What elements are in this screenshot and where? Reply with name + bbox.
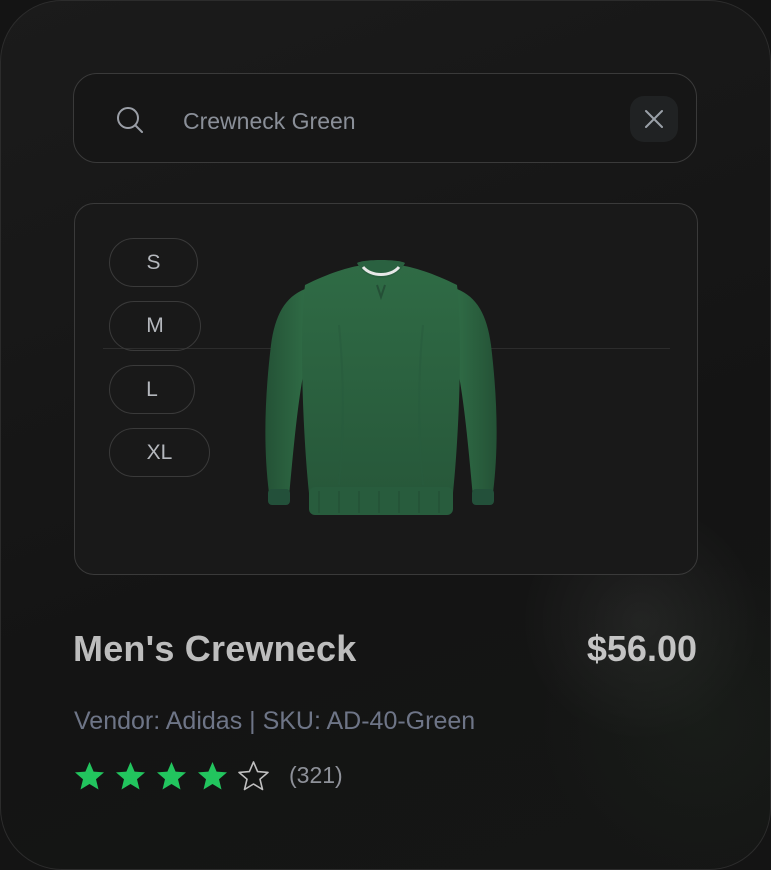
product-card: S M L XL <box>0 0 771 870</box>
star-empty-icon <box>238 760 269 790</box>
star-filled-icon <box>198 761 227 789</box>
review-count: (321) <box>289 762 343 788</box>
product-name: Men's Crewneck <box>73 628 357 669</box>
search-icon <box>117 107 143 133</box>
star-filled-icon <box>157 761 186 789</box>
search-input[interactable] <box>183 101 603 141</box>
product-vendor-sku: Vendor: Adidas | SKU: AD-40-Green <box>74 707 476 735</box>
star-filled-icon <box>116 761 145 789</box>
size-option-l[interactable]: L <box>109 365 195 414</box>
product-image <box>265 260 497 515</box>
close-icon <box>645 110 663 128</box>
clear-search-button[interactable] <box>630 96 678 142</box>
star-filled-icon <box>75 761 104 789</box>
star-rating <box>73 759 278 793</box>
size-option-xl[interactable]: XL <box>109 428 210 477</box>
product-price: $56.00 <box>586 628 697 669</box>
size-option-s[interactable]: S <box>109 238 198 287</box>
size-option-m[interactable]: M <box>109 301 201 351</box>
